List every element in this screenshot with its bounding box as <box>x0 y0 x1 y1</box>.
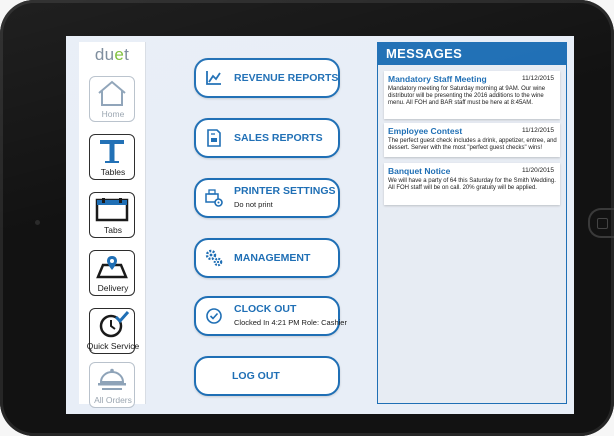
app-logo: duet <box>94 45 130 64</box>
message-date: 11/12/2015 <box>521 127 554 134</box>
sidebar-item-label: All Orders <box>94 395 132 405</box>
printer-settings-status: Do not print <box>234 200 273 209</box>
sidebar-item-delivery[interactable]: Delivery <box>89 250 135 296</box>
device-home-button[interactable] <box>588 208 614 238</box>
message-card[interactable]: Banquet Notice 11/20/2015 We will have a… <box>384 163 560 205</box>
sales-reports-button[interactable]: SALES REPORTS <box>194 118 340 158</box>
message-body: We will have a party of 64 this Saturday… <box>388 178 556 192</box>
message-card[interactable]: Employee Contest 11/12/2015 The perfect … <box>384 123 560 157</box>
clock-check-icon <box>99 311 130 338</box>
message-title: Employee Contest <box>388 126 463 136</box>
sidebar: duet Home Tables Tabs Delivery Quick Ser… <box>79 42 146 408</box>
tablet-frame: duet Home Tables Tabs Delivery Quick Ser… <box>0 0 614 436</box>
sidebar-item-all-orders[interactable]: All Orders <box>89 362 135 408</box>
sidebar-item-label: Delivery <box>97 283 129 293</box>
sidebar-item-quick-service[interactable]: Quick Service <box>87 308 139 354</box>
line-chart-icon <box>206 71 221 85</box>
message-title: Banquet Notice <box>388 166 451 176</box>
gears-icon <box>205 249 223 267</box>
sidebar-item-label: Tabs <box>104 225 122 235</box>
printer-settings-label: PRINTER SETTINGS <box>234 185 336 197</box>
report-document-icon <box>207 129 221 147</box>
revenue-reports-label: REVENUE REPORTS <box>234 72 339 84</box>
clock-out-label: CLOCK OUT <box>234 303 297 315</box>
table-icon <box>100 140 124 163</box>
clock-out-button[interactable]: CLOCK OUT Clocked In 4:21 PM Role: Cashi… <box>194 296 347 336</box>
pos-screen: duet Home Tables Tabs Delivery Quick Ser… <box>66 36 574 414</box>
printer-settings-button[interactable]: PRINTER SETTINGS Do not print <box>194 178 340 218</box>
log-out-label: LOG OUT <box>232 370 280 382</box>
messages-panel: MESSAGES Mandatory Staff Meeting 11/12/2… <box>377 42 567 404</box>
printer-gear-icon <box>205 189 223 207</box>
messages-header: MESSAGES <box>378 43 566 65</box>
delivery-map-icon <box>96 256 128 279</box>
sales-reports-label: SALES REPORTS <box>234 132 323 144</box>
revenue-reports-button[interactable]: REVENUE REPORTS <box>194 58 340 98</box>
sidebar-item-label: Tables <box>100 167 126 177</box>
message-body: The perfect guest check includes a drink… <box>388 138 557 152</box>
sidebar-item-tabs[interactable]: Tabs <box>89 192 135 238</box>
management-button[interactable]: MANAGEMENT <box>194 238 340 278</box>
message-body: Mandatory meeting for Saturday morning a… <box>388 86 546 107</box>
clock-icon <box>206 308 222 324</box>
front-camera <box>35 220 40 225</box>
log-out-button[interactable]: LOG OUT <box>194 356 340 396</box>
message-title: Mandatory Staff Meeting <box>388 74 487 84</box>
sidebar-item-tables[interactable]: Tables <box>89 134 135 180</box>
sidebar-item-home[interactable]: Home <box>89 76 135 122</box>
sidebar-item-label: Quick Service <box>86 341 140 351</box>
tabs-icon <box>95 198 129 222</box>
message-date: 11/12/2015 <box>521 75 554 82</box>
cloche-icon <box>98 368 126 390</box>
management-label: MANAGEMENT <box>234 252 311 264</box>
message-card[interactable]: Mandatory Staff Meeting 11/12/2015 Manda… <box>384 71 560 119</box>
message-date: 11/20/2015 <box>521 167 554 174</box>
home-icon <box>98 80 126 106</box>
clock-out-status: Clocked In 4:21 PM Role: Cashier <box>234 318 347 327</box>
sidebar-item-label: Home <box>101 109 125 119</box>
